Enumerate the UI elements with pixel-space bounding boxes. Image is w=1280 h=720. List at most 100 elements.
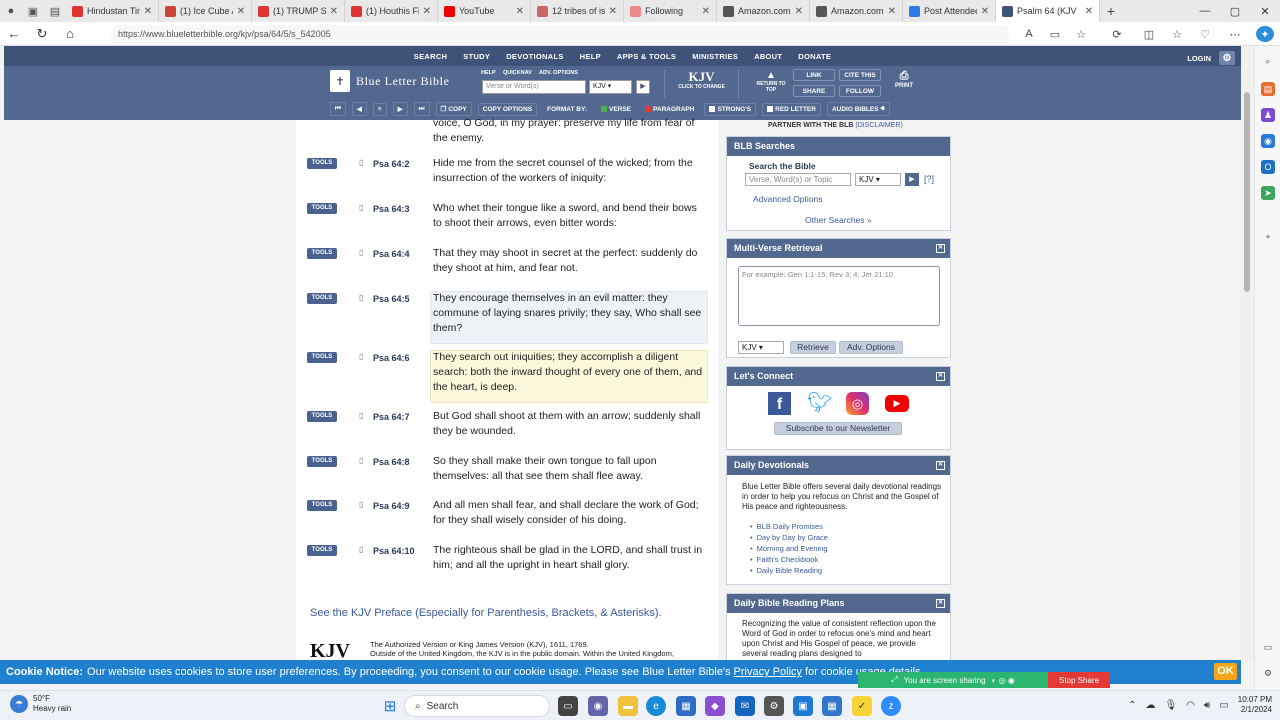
verse-note-icon[interactable]: ▯ [359, 352, 363, 361]
close-panel-icon[interactable]: ✕ [936, 599, 945, 608]
more-menu-icon[interactable]: ⋯ [1226, 26, 1244, 42]
verse-note-icon[interactable]: ▯ [359, 158, 363, 167]
chapter-list-button[interactable]: ≡ [372, 102, 387, 116]
browser-tab[interactable]: YouTube ✕ [438, 0, 531, 22]
browser-tab[interactable]: Post Attendee ✕ [903, 0, 996, 22]
verse-note-icon[interactable]: ▯ [359, 248, 363, 257]
chat-icon[interactable]: ◉ [588, 696, 608, 716]
devotional-link[interactable]: Day by Day by Grace [757, 532, 828, 543]
scrollbar-thumb[interactable] [1244, 92, 1250, 292]
start-windows-icon[interactable]: ⊞ [380, 696, 400, 716]
weather-widget[interactable]: ☂ 50°F Heavy rain [10, 694, 71, 714]
red-letter-toggle[interactable]: RED LETTER [762, 102, 821, 116]
outlook-icon[interactable]: O [1261, 160, 1275, 174]
verse-reference-link[interactable]: Psa 64:9 [373, 501, 410, 511]
link-button[interactable]: LINK [793, 69, 835, 81]
profile-icon[interactable]: ● [0, 0, 22, 22]
share-controls-icon[interactable]: ◐ ◎ ◉ [992, 676, 1015, 685]
verse-tools-button[interactable]: TOOLS [307, 248, 337, 259]
instagram-icon[interactable]: ◎ [846, 392, 869, 415]
other-searches-link[interactable]: Other Searches » [805, 215, 872, 225]
paragraph-format-toggle[interactable]: PARAGRAPH [641, 104, 698, 115]
close-tab-icon[interactable]: ✕ [516, 6, 524, 17]
browser-tab[interactable]: Amazon.com: ✕ [717, 0, 810, 22]
advanced-options-link[interactable]: Advanced Options [753, 194, 822, 204]
verse-note-icon[interactable]: ▯ [359, 293, 363, 302]
search-help-link[interactable]: [?] [924, 174, 934, 184]
back-icon[interactable]: ← [0, 22, 28, 46]
browser-tab[interactable]: (1) Houthis Fir ✕ [345, 0, 438, 22]
verse-reference-link[interactable]: Psa 64:10 [373, 546, 415, 556]
favorite-star-icon[interactable]: ☆ [1072, 26, 1090, 42]
mvr-adv-options-button[interactable]: Adv. Options [839, 341, 903, 354]
close-tab-icon[interactable]: ✕ [237, 6, 245, 17]
verse-tools-button[interactable]: TOOLS [307, 500, 337, 511]
close-tab-icon[interactable]: ✕ [702, 6, 710, 17]
photos-icon[interactable]: ▣ [793, 696, 813, 716]
browser-tab[interactable]: (1) TRUMP SA ✕ [252, 0, 345, 22]
page-scrollbar[interactable] [1241, 46, 1254, 660]
cookie-ok-button[interactable]: OK [1214, 663, 1237, 680]
verse-tools-button[interactable]: TOOLS [307, 545, 337, 556]
prev-chapter-button[interactable]: ◀ [351, 102, 367, 116]
first-chapter-button[interactable]: ⏮ [330, 102, 346, 116]
verse-reference-link[interactable]: Psa 64:7 [373, 412, 410, 422]
send-icon[interactable]: ➤ [1261, 186, 1275, 200]
zoom-icon[interactable]: z [881, 696, 901, 716]
browser-tab[interactable]: Amazon.com: ✕ [810, 0, 903, 22]
multi-verse-textarea[interactable]: For example: Gen 1:1-15; Rev 3; 4; Jer 2… [738, 266, 940, 326]
verse-reference-link[interactable]: Psa 64:5 [373, 294, 410, 304]
search-icon[interactable]: ⌕ [1261, 54, 1275, 68]
close-tab-icon[interactable]: ✕ [888, 6, 896, 17]
header-search-input[interactable]: Verse or Word(s) [482, 80, 586, 94]
return-to-top-button[interactable]: ▲ RETURN TO TOP [754, 70, 788, 93]
verse-note-icon[interactable]: ▯ [359, 411, 363, 420]
mvr-version-select[interactable]: KJV ▾ [738, 341, 784, 354]
youtube-icon[interactable]: ▶ [885, 395, 909, 412]
read-aloud-icon[interactable]: A [1020, 26, 1038, 42]
settings-gear-icon[interactable]: ⚙ [1219, 51, 1235, 65]
partner-link[interactable]: PARTNER WITH THE BLB (DISCLAIMER) [768, 122, 903, 129]
audio-bibles-button[interactable]: AUDIO BIBLES 🔊︎ [826, 102, 890, 116]
clock[interactable]: 10:07 PM 2/1/2024 [1238, 695, 1272, 715]
devotional-link[interactable]: Daily Bible Reading [757, 565, 828, 576]
nav-donate[interactable]: DONATE [790, 46, 839, 66]
side-search-go-button[interactable]: ▶ [905, 173, 919, 186]
last-chapter-button[interactable]: ⏭ [413, 102, 430, 116]
stop-share-button[interactable]: Stop Share [1048, 672, 1110, 688]
next-chapter-button[interactable]: ▶ [392, 102, 408, 116]
browser-tab[interactable]: Psalm 64 (KJV ✕ [996, 0, 1100, 22]
nav-devotionals[interactable]: DEVOTIONALS [498, 46, 571, 66]
wifi-icon[interactable]: ◠ [1186, 700, 1195, 711]
adv-options-link[interactable]: ADV. OPTIONS [539, 70, 578, 76]
verse-note-icon[interactable]: ▯ [359, 500, 363, 509]
minimize-icon[interactable]: — [1190, 0, 1220, 22]
close-tab-icon[interactable]: ✕ [609, 6, 617, 17]
verse-format-toggle[interactable]: VERSE [597, 104, 635, 115]
side-search-input[interactable]: Verse, Word(s) or Topic [745, 173, 851, 186]
copy-button[interactable]: ❐ COPY [435, 102, 472, 116]
close-tab-icon[interactable]: ✕ [1085, 6, 1093, 17]
verse-tools-button[interactable]: TOOLS [307, 352, 337, 363]
login-link[interactable]: LOGIN [1187, 54, 1211, 63]
devotional-link[interactable]: BLB Daily Promises [757, 521, 828, 532]
verse-reference-link[interactable]: Psa 64:8 [373, 457, 410, 467]
address-bar[interactable]: https://www.blueletterbible.org/kjv/psa/… [110, 25, 1010, 43]
side-version-select[interactable]: KJV ▾ [855, 173, 901, 186]
devotional-link[interactable]: Faith's Checkbook [757, 554, 828, 565]
browser-tab[interactable]: Hindustan Tim ✕ [66, 0, 159, 22]
nav-help[interactable]: HELP [572, 46, 609, 66]
office-icon[interactable]: ◉ [1261, 134, 1275, 148]
onedrive-icon[interactable]: ☁ [1146, 700, 1156, 711]
refresh-icon[interactable]: ↻ [28, 22, 56, 46]
verse-reference-link[interactable]: Psa 64:4 [373, 249, 410, 259]
kjv-preface-link[interactable]: See the KJV Preface (Especially for Pare… [310, 607, 662, 619]
close-tab-icon[interactable]: ✕ [144, 6, 152, 17]
verse-note-icon[interactable]: ▯ [359, 456, 363, 465]
close-tab-icon[interactable]: ✕ [981, 6, 989, 17]
help-link[interactable]: HELP [481, 70, 496, 76]
browser-tab[interactable]: 12 tribes of isr ✕ [531, 0, 624, 22]
twitter-icon[interactable]: 🐦︎ [807, 392, 832, 415]
nav-ministries[interactable]: MINISTRIES [684, 46, 746, 66]
tools-icon[interactable]: ♟ [1261, 108, 1275, 122]
